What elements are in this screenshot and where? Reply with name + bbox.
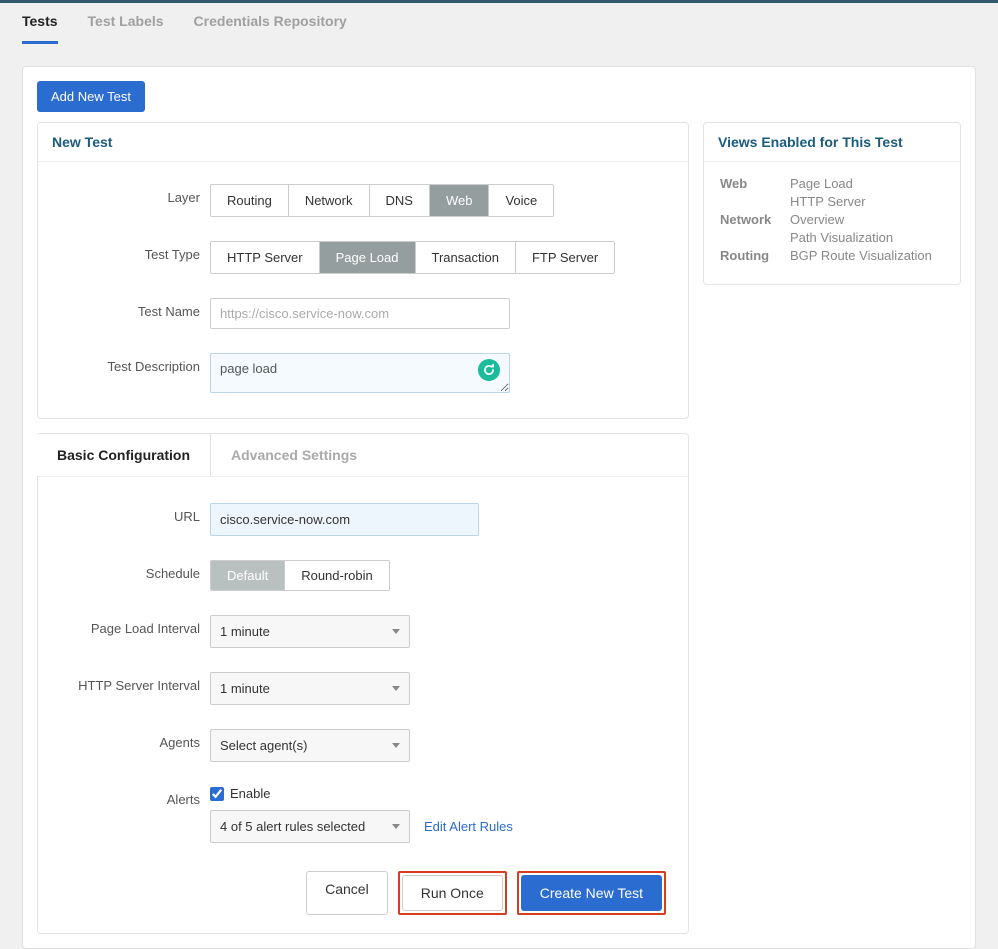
run-once-highlight: Run Once xyxy=(398,871,507,915)
schedule-default[interactable]: Default xyxy=(211,561,285,590)
alerts-label: Alerts xyxy=(60,786,200,807)
layer-network[interactable]: Network xyxy=(289,185,370,216)
tab-advanced-settings[interactable]: Advanced Settings xyxy=(211,434,377,476)
test-type-label: Test Type xyxy=(60,241,200,262)
http-server-interval-value: 1 minute xyxy=(220,681,270,696)
views-panel: Views Enabled for This Test Web Page Loa… xyxy=(703,122,961,285)
views-category-web: Web xyxy=(720,176,790,209)
views-item: HTTP Server xyxy=(790,194,866,209)
main-container: Add New Test New Test Layer Routing Netw… xyxy=(22,66,976,949)
test-type-page-load[interactable]: Page Load xyxy=(320,242,416,273)
url-input[interactable] xyxy=(210,503,479,536)
test-description-label: Test Description xyxy=(60,353,200,374)
layer-voice[interactable]: Voice xyxy=(489,185,553,216)
url-label: URL xyxy=(60,503,200,524)
alerts-enable-label: Enable xyxy=(230,786,270,801)
schedule-label: Schedule xyxy=(60,560,200,581)
new-test-title: New Test xyxy=(38,123,688,162)
alerts-enable-checkbox[interactable] xyxy=(210,787,224,801)
add-new-test-button[interactable]: Add New Test xyxy=(37,81,145,112)
test-type-segmented: HTTP Server Page Load Transaction FTP Se… xyxy=(210,241,615,274)
layer-label: Layer xyxy=(60,184,200,205)
alerts-enable-row[interactable]: Enable xyxy=(210,786,513,801)
tab-tests[interactable]: Tests xyxy=(22,13,58,44)
views-item: Overview xyxy=(790,212,893,227)
test-type-ftp-server[interactable]: FTP Server xyxy=(516,242,614,273)
new-test-panel: New Test Layer Routing Network DNS Web V… xyxy=(37,122,689,419)
caret-down-icon xyxy=(392,824,400,829)
create-new-test-highlight: Create New Test xyxy=(517,871,666,915)
tab-credentials-repository[interactable]: Credentials Repository xyxy=(194,13,347,44)
caret-down-icon xyxy=(392,686,400,691)
caret-down-icon xyxy=(392,743,400,748)
test-name-label: Test Name xyxy=(60,298,200,319)
caret-down-icon xyxy=(392,629,400,634)
views-item: Path Visualization xyxy=(790,230,893,245)
agents-label: Agents xyxy=(60,729,200,750)
test-type-transaction[interactable]: Transaction xyxy=(416,242,516,273)
layer-segmented: Routing Network DNS Web Voice xyxy=(210,184,554,217)
page-load-interval-value: 1 minute xyxy=(220,624,270,639)
layer-routing[interactable]: Routing xyxy=(211,185,289,216)
create-new-test-button[interactable]: Create New Test xyxy=(521,875,662,911)
test-type-http-server[interactable]: HTTP Server xyxy=(211,242,320,273)
views-item: Page Load xyxy=(790,176,866,191)
alert-rules-select[interactable]: 4 of 5 alert rules selected xyxy=(210,810,410,843)
tab-basic-configuration[interactable]: Basic Configuration xyxy=(37,433,211,476)
grammarly-icon[interactable] xyxy=(478,359,500,381)
config-panel: Basic Configuration Advanced Settings UR… xyxy=(37,433,689,934)
tab-test-labels[interactable]: Test Labels xyxy=(88,13,164,44)
schedule-segmented: Default Round-robin xyxy=(210,560,390,591)
layer-web[interactable]: Web xyxy=(430,185,490,216)
run-once-button[interactable]: Run Once xyxy=(402,875,503,911)
layer-dns[interactable]: DNS xyxy=(370,185,430,216)
views-title: Views Enabled for This Test xyxy=(704,123,960,162)
test-name-input[interactable] xyxy=(210,298,510,329)
test-description-input[interactable] xyxy=(210,353,510,393)
alert-rules-value: 4 of 5 alert rules selected xyxy=(220,819,365,834)
http-server-interval-select[interactable]: 1 minute xyxy=(210,672,410,705)
views-category-routing: Routing xyxy=(720,248,790,263)
views-category-network: Network xyxy=(720,212,790,245)
views-item: BGP Route Visualization xyxy=(790,248,932,263)
http-server-interval-label: HTTP Server Interval xyxy=(60,672,200,693)
edit-alert-rules-link[interactable]: Edit Alert Rules xyxy=(424,819,513,834)
top-tabs: Tests Test Labels Credentials Repository xyxy=(0,3,998,44)
schedule-round-robin[interactable]: Round-robin xyxy=(285,561,389,590)
page-load-interval-select[interactable]: 1 minute xyxy=(210,615,410,648)
page-load-interval-label: Page Load Interval xyxy=(60,615,200,636)
action-row: Cancel Run Once Create New Test xyxy=(60,871,666,915)
agents-value: Select agent(s) xyxy=(220,738,307,753)
agents-select[interactable]: Select agent(s) xyxy=(210,729,410,762)
cancel-button[interactable]: Cancel xyxy=(306,871,388,915)
